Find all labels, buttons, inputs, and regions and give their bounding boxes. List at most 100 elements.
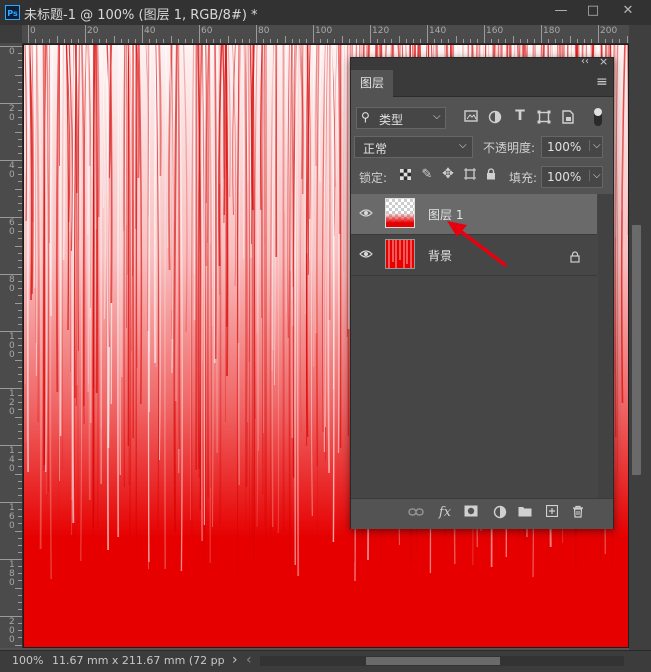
opacity-input[interactable]: 100% ⌵ xyxy=(541,136,603,158)
new-group-folder-icon[interactable] xyxy=(517,505,533,521)
ruler-minor-tick xyxy=(192,39,193,43)
ruler-label: 180 xyxy=(543,26,560,36)
ruler-minor-tick xyxy=(18,253,22,254)
adjustment-layer-icon[interactable] xyxy=(492,505,508,521)
ruler-minor-tick xyxy=(18,238,22,239)
vertical-scroll-thumb[interactable] xyxy=(632,225,641,475)
zoom-level[interactable]: 100% xyxy=(12,654,43,667)
fur-strand xyxy=(44,45,45,465)
tab-layers[interactable]: 图层 xyxy=(351,70,393,97)
ruler-minor-tick xyxy=(18,538,22,539)
ruler-label: 4 0 xyxy=(9,162,15,180)
shape-filter-icon[interactable] xyxy=(536,110,552,127)
layer-style-fx-icon[interactable]: fx xyxy=(437,505,453,521)
add-mask-icon[interactable] xyxy=(463,505,479,521)
ruler-label: 120 xyxy=(372,26,389,36)
filter-toggle-switch[interactable] xyxy=(594,108,602,126)
ruler-minor-tick xyxy=(356,39,357,43)
ruler-minor-tick xyxy=(18,167,22,168)
document-info[interactable]: 11.67 mm x 211.67 mm (72 pp xyxy=(52,654,225,667)
vertical-ruler[interactable]: 02 04 06 08 01 0 01 2 01 4 01 6 01 8 02 … xyxy=(0,43,23,648)
new-layer-icon[interactable] xyxy=(544,505,560,521)
ruler-minor-tick xyxy=(15,189,22,190)
lock-image-pixels-icon[interactable]: ✎ xyxy=(420,167,434,182)
ruler-label: 1 0 0 xyxy=(9,333,15,360)
image-filter-icon[interactable] xyxy=(463,110,479,125)
ruler-minor-tick xyxy=(18,231,22,232)
ruler-minor-tick xyxy=(363,39,364,43)
eye-icon[interactable] xyxy=(359,207,373,221)
close-panel-icon[interactable]: × xyxy=(599,55,608,68)
ruler-minor-tick xyxy=(49,39,50,43)
lock-position-icon[interactable]: ✥ xyxy=(441,166,455,182)
collapse-panel-icon[interactable]: ‹‹ xyxy=(581,56,589,67)
lock-transparent-pixels-icon[interactable] xyxy=(399,169,411,183)
fill-input[interactable]: 100% ⌵ xyxy=(541,166,603,188)
status-menu-arrow[interactable]: › xyxy=(232,652,238,668)
ruler-minor-tick xyxy=(18,210,22,211)
ruler-minor-tick xyxy=(18,602,22,603)
ruler-minor-tick xyxy=(15,417,22,418)
ruler-corner[interactable] xyxy=(0,25,22,43)
panel-menu-icon[interactable]: ≡ xyxy=(596,74,608,90)
ruler-minor-tick xyxy=(18,595,22,596)
ruler-minor-tick xyxy=(470,39,471,43)
title-bar: Ps 未标题-1 @ 100% (图层 1, RGB/8#) * — □ ✕ xyxy=(0,0,651,25)
ruler-minor-tick xyxy=(185,39,186,43)
ruler-label: 8 0 xyxy=(9,276,15,294)
minimize-button[interactable]: — xyxy=(545,0,577,22)
document-title[interactable]: 未标题-1 @ 100% (图层 1, RGB/8#) * xyxy=(24,4,258,23)
ruler-minor-tick xyxy=(15,303,22,304)
vertical-scrollbar[interactable] xyxy=(629,25,651,650)
ruler-minor-tick xyxy=(577,39,578,43)
ruler-minor-tick xyxy=(377,39,378,43)
link-layers-icon[interactable] xyxy=(408,505,424,521)
horizontal-ruler[interactable]: 020406080100120140160180200 xyxy=(22,25,629,44)
chevron-down-icon: ⌵ xyxy=(459,140,467,151)
delete-layer-icon[interactable] xyxy=(570,505,586,521)
horizontal-scrollbar[interactable] xyxy=(260,656,624,666)
blend-mode-select[interactable]: 正常 ⌵ xyxy=(354,136,473,158)
ruler-minor-tick xyxy=(206,39,207,43)
ruler-minor-tick xyxy=(18,545,22,546)
ruler-minor-tick xyxy=(114,36,115,43)
ruler-minor-tick xyxy=(213,39,214,43)
ruler-minor-tick xyxy=(18,352,22,353)
ruler-minor-tick xyxy=(18,345,22,346)
maximize-button[interactable]: □ xyxy=(577,0,609,22)
ruler-minor-tick xyxy=(18,139,22,140)
ruler-minor-tick xyxy=(18,424,22,425)
ruler-minor-tick xyxy=(349,39,350,43)
eye-icon[interactable] xyxy=(359,248,373,262)
ruler-minor-tick xyxy=(18,281,22,282)
filter-kind-select[interactable]: ⚲ 类型 ⌵ xyxy=(356,107,446,129)
chevron-down-icon[interactable]: ⌵ xyxy=(589,170,601,181)
lock-artboard-icon[interactable] xyxy=(463,168,477,183)
ruler-minor-tick xyxy=(178,39,179,43)
horizontal-scroll-thumb[interactable] xyxy=(366,657,500,665)
ruler-minor-tick xyxy=(18,260,22,261)
smart-object-filter-icon[interactable] xyxy=(560,110,576,127)
ruler-minor-tick xyxy=(513,36,514,43)
ruler-minor-tick xyxy=(627,36,628,43)
ruler-minor-tick xyxy=(220,39,221,43)
layer-thumbnail[interactable] xyxy=(385,239,415,269)
ruler-minor-tick xyxy=(18,67,22,68)
fill-label: 填充: xyxy=(509,169,537,186)
ruler-label: 200 xyxy=(600,26,617,36)
layer-thumbnail[interactable] xyxy=(385,198,415,228)
ruler-minor-tick xyxy=(441,39,442,43)
ruler-minor-tick xyxy=(15,645,22,646)
hscroll-left-arrow[interactable]: ‹ xyxy=(246,652,252,668)
photoshop-icon: Ps xyxy=(5,5,20,20)
ruler-minor-tick xyxy=(292,39,293,43)
type-filter-icon[interactable]: T xyxy=(512,108,528,124)
ruler-minor-tick xyxy=(299,39,300,43)
adjustment-filter-icon[interactable] xyxy=(487,110,503,127)
chevron-down-icon[interactable]: ⌵ xyxy=(589,140,601,151)
ruler-minor-tick xyxy=(18,174,22,175)
lock-all-icon[interactable] xyxy=(484,168,498,183)
layers-scrollbar[interactable] xyxy=(598,194,613,498)
close-button[interactable]: ✕ xyxy=(612,0,644,22)
ruler-label: 1 8 0 xyxy=(9,561,15,588)
